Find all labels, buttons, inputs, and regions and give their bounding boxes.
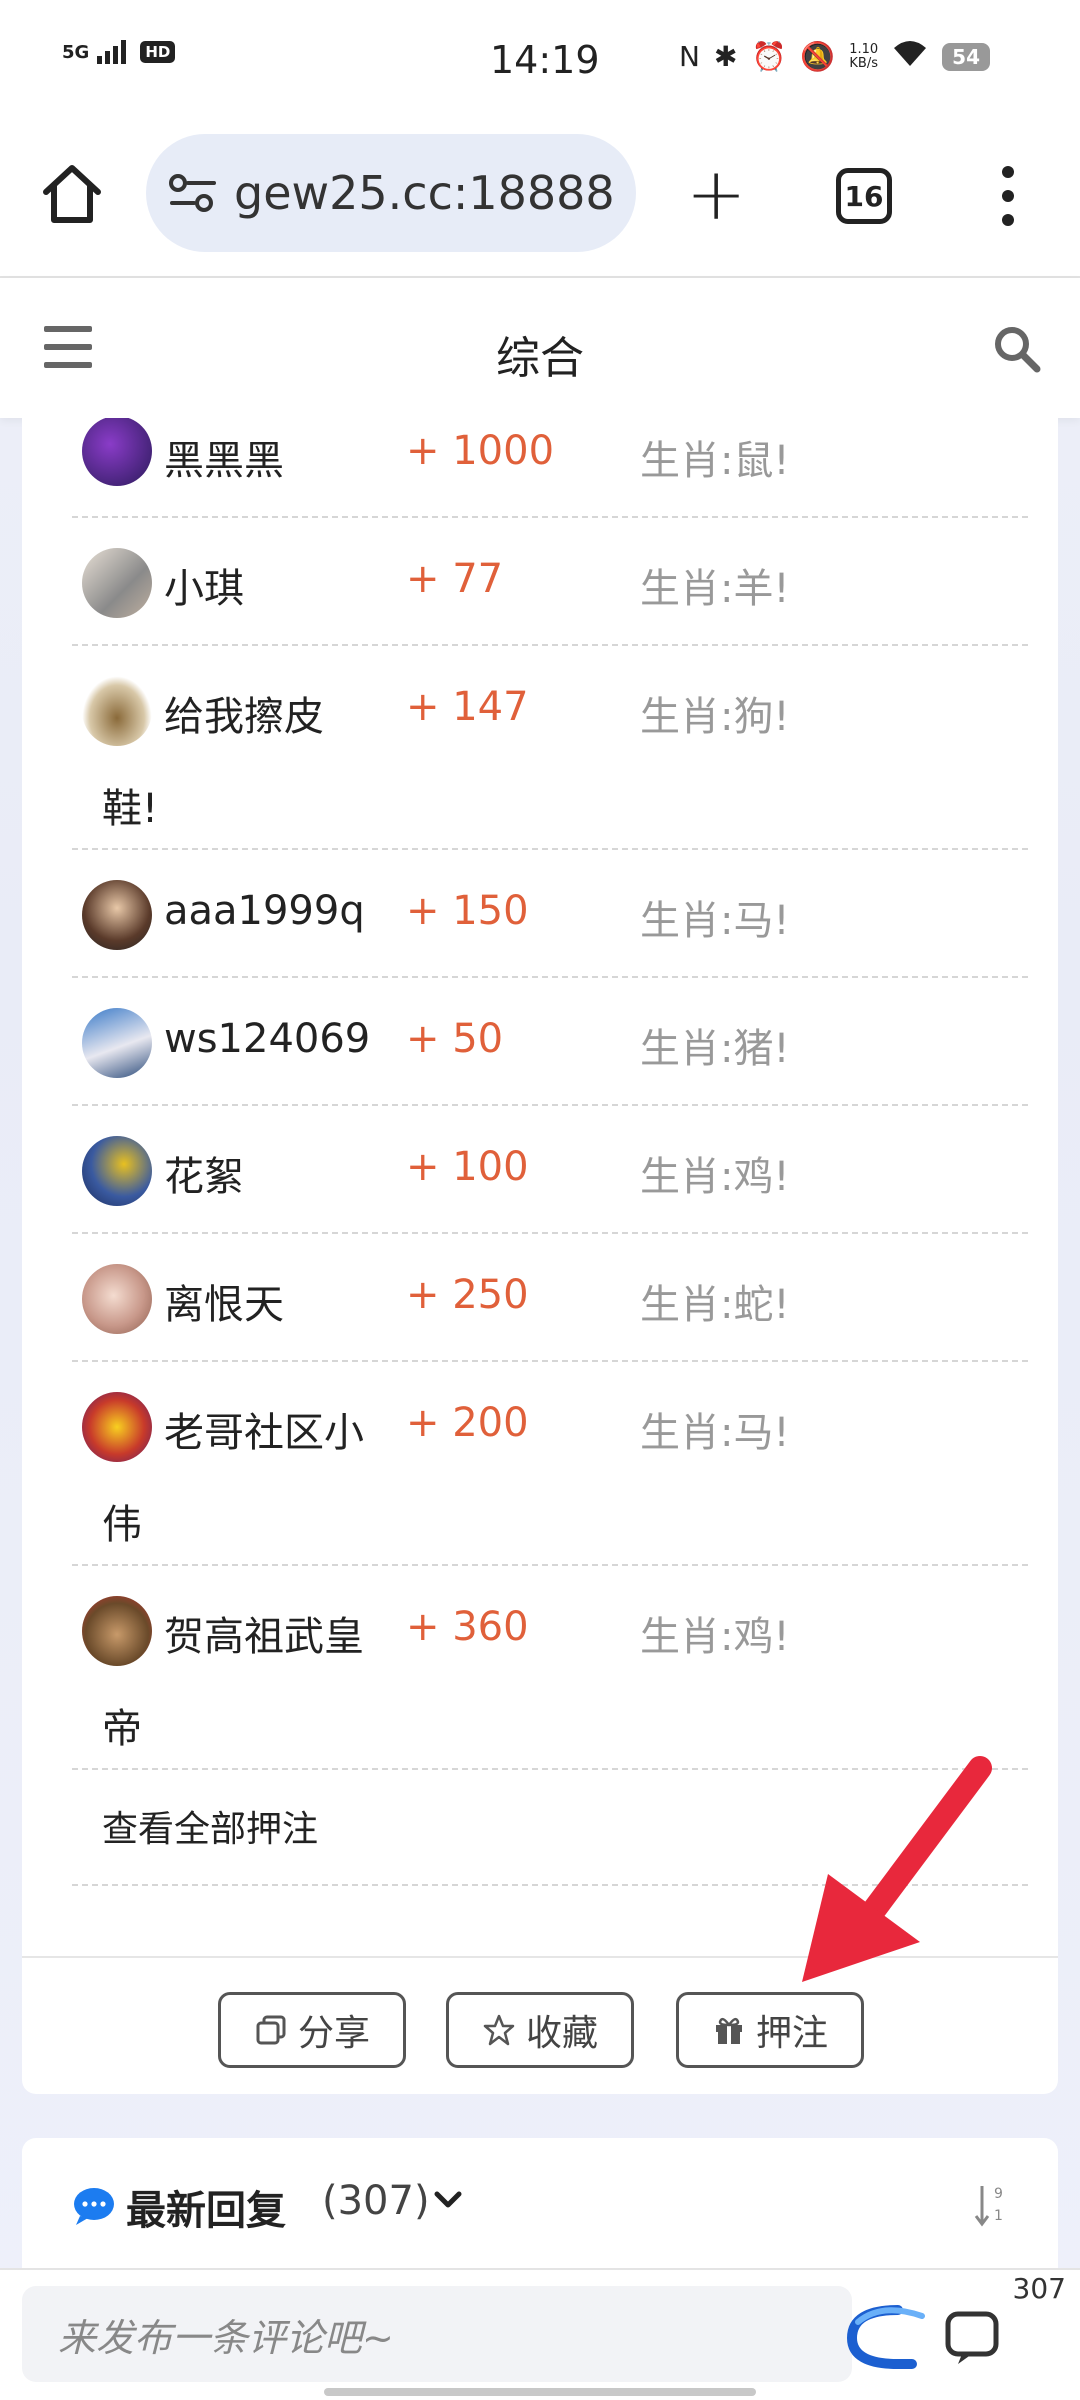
avatar	[82, 1264, 152, 1334]
bet-row[interactable]: 老哥社区小 + 200 生肖:马! 伟	[72, 1362, 1028, 1566]
bet-amount: + 50	[406, 1016, 504, 1062]
copy-icon	[256, 2015, 286, 2045]
battery-indicator: 54	[942, 42, 990, 71]
status-bar: 5G HD 14:19 N ✱ ⏰ 🔕 1.10 KB/s 54	[0, 0, 1080, 120]
gesture-bar	[324, 2388, 756, 2396]
bet-user-name-wrap: 鞋!	[102, 786, 159, 832]
status-icons: N ✱ ⏰ 🔕 1.10 KB/s 54	[679, 38, 990, 75]
bet-pick: 生肖:鸡!	[640, 1154, 790, 1200]
bet-pick: 生肖:鼠!	[640, 438, 790, 484]
bet-user-name: aaa1999q	[164, 888, 365, 934]
avatar	[82, 1392, 152, 1462]
page-title: 综合	[496, 333, 584, 384]
bet-row[interactable]: 花絮 + 100 生肖:鸡!	[72, 1106, 1028, 1234]
chevron-down-icon[interactable]	[434, 2190, 462, 2210]
avatar	[82, 1596, 152, 1666]
bet-row[interactable]: 黑黑黑 + 1000 生肖:鼠!	[72, 418, 1028, 518]
comment-input[interactable]: 来发布一条评论吧~	[22, 2286, 852, 2382]
bet-pick: 生肖:马!	[640, 1410, 790, 1456]
more-menu-icon[interactable]	[998, 166, 1018, 226]
bet-pick: 生肖:羊!	[640, 566, 790, 612]
avatar	[82, 418, 152, 486]
url-text: gew25.cc:18888	[234, 166, 615, 220]
bet-amount: + 147	[406, 684, 529, 730]
replies-title: 最新回复	[126, 2188, 286, 2234]
favorite-button[interactable]: 收藏	[446, 1992, 634, 2068]
nfc-icon: N	[679, 40, 700, 73]
bet-row[interactable]: 小琪 + 77 生肖:羊!	[72, 518, 1028, 646]
browser-toolbar: gew25.cc:18888 + 16	[0, 120, 1080, 278]
bet-row[interactable]: 离恨天 + 250 生肖:蛇!	[72, 1234, 1028, 1362]
bet-card: 黑黑黑 + 1000 生肖:鼠! 小琪 + 77 生肖:羊! 给我擦皮 + 14…	[22, 418, 1058, 2094]
site-settings-icon[interactable]	[168, 173, 218, 213]
logo-watermark-icon	[846, 2305, 925, 2369]
bet-user-name: 给我擦皮	[164, 694, 324, 740]
wifi-icon	[892, 38, 928, 75]
bet-amount: + 360	[406, 1604, 529, 1650]
star-icon	[483, 2014, 515, 2046]
avatar	[82, 548, 152, 618]
bet-amount: + 100	[406, 1144, 529, 1190]
signal-icon	[97, 40, 127, 64]
bet-user-name-wrap: 帝	[102, 1706, 142, 1752]
avatar	[82, 676, 152, 746]
action-bar: 分享 收藏 押注	[22, 1956, 1058, 2094]
alarm-icon: ⏰	[751, 40, 787, 73]
view-all-row[interactable]: 查看全部押注	[72, 1770, 1028, 1886]
bet-amount: + 200	[406, 1400, 529, 1446]
favorite-label: 收藏	[525, 2013, 598, 2054]
sort-icon[interactable]: 9 1	[974, 2180, 1008, 2228]
share-button[interactable]: 分享	[218, 1992, 406, 2068]
mute-icon: 🔕	[800, 40, 836, 73]
signal-group: 5G HD	[62, 40, 176, 64]
bet-user-name: 花絮	[164, 1154, 244, 1200]
clock: 14:19	[490, 38, 600, 82]
home-icon[interactable]	[38, 160, 106, 228]
net-speed: 1.10 KB/s	[849, 41, 879, 71]
bet-amount: + 250	[406, 1272, 529, 1318]
bet-pick: 生肖:猪!	[640, 1026, 790, 1072]
replies-count: (307)	[322, 2178, 430, 2224]
avatar	[82, 880, 152, 950]
new-tab-button[interactable]: +	[686, 158, 746, 230]
bet-row[interactable]: 贺高祖武皇 + 360 生肖:鸡! 帝	[72, 1566, 1028, 1770]
gift-icon	[715, 2017, 742, 2044]
bet-pick: 生肖:狗!	[640, 694, 790, 740]
bet-user-name: 小琪	[164, 566, 244, 612]
avatar	[82, 1136, 152, 1206]
bet-amount: + 1000	[406, 428, 555, 474]
bet-user-name: 贺高祖武皇	[164, 1614, 364, 1660]
bet-pick: 生肖:鸡!	[640, 1614, 790, 1660]
avatar	[82, 1008, 152, 1078]
bet-amount: + 77	[406, 556, 504, 602]
bet-row[interactable]: ws124069 + 50 生肖:猪!	[72, 978, 1028, 1106]
share-label: 分享	[297, 2013, 370, 2054]
tab-switcher-button[interactable]: 16	[836, 168, 892, 224]
search-icon[interactable]	[992, 324, 1042, 374]
hd-badge: HD	[140, 41, 176, 63]
bet-button[interactable]: 押注	[676, 1992, 864, 2068]
replies-section: 最新回复 (307) 9 1	[22, 2138, 1058, 2268]
site-header: 综合	[0, 278, 1080, 418]
bet-list: 黑黑黑 + 1000 生肖:鼠! 小琪 + 77 生肖:羊! 给我擦皮 + 14…	[72, 418, 1028, 1886]
bet-user-name-wrap: 伟	[102, 1502, 142, 1548]
bet-user-name: 老哥社区小	[164, 1410, 364, 1456]
bet-row[interactable]: aaa1999q + 150 生肖:马!	[72, 850, 1028, 978]
bet-user-name: 离恨天	[164, 1282, 284, 1328]
svg-text:1: 1	[994, 2208, 1003, 2224]
bet-user-name: 黑黑黑	[164, 438, 284, 484]
bluetooth-icon: ✱	[713, 40, 738, 73]
view-all-bets-link[interactable]: 查看全部押注	[102, 1800, 318, 1852]
bet-label: 押注	[755, 2013, 828, 2054]
bet-pick: 生肖:蛇!	[640, 1282, 790, 1328]
bet-row[interactable]: 给我擦皮 + 147 生肖:狗! 鞋!	[72, 646, 1028, 850]
svg-text:9: 9	[994, 2186, 1003, 2202]
comment-bar: 来发布一条评论吧~ 307	[0, 2268, 1080, 2400]
address-bar[interactable]: gew25.cc:18888	[146, 134, 636, 252]
chat-bubble-icon	[74, 2188, 114, 2225]
network-type: 5G	[62, 41, 90, 63]
bet-pick: 生肖:马!	[640, 898, 790, 944]
bet-amount: + 150	[406, 888, 529, 934]
bet-user-name: ws124069	[164, 1016, 371, 1062]
